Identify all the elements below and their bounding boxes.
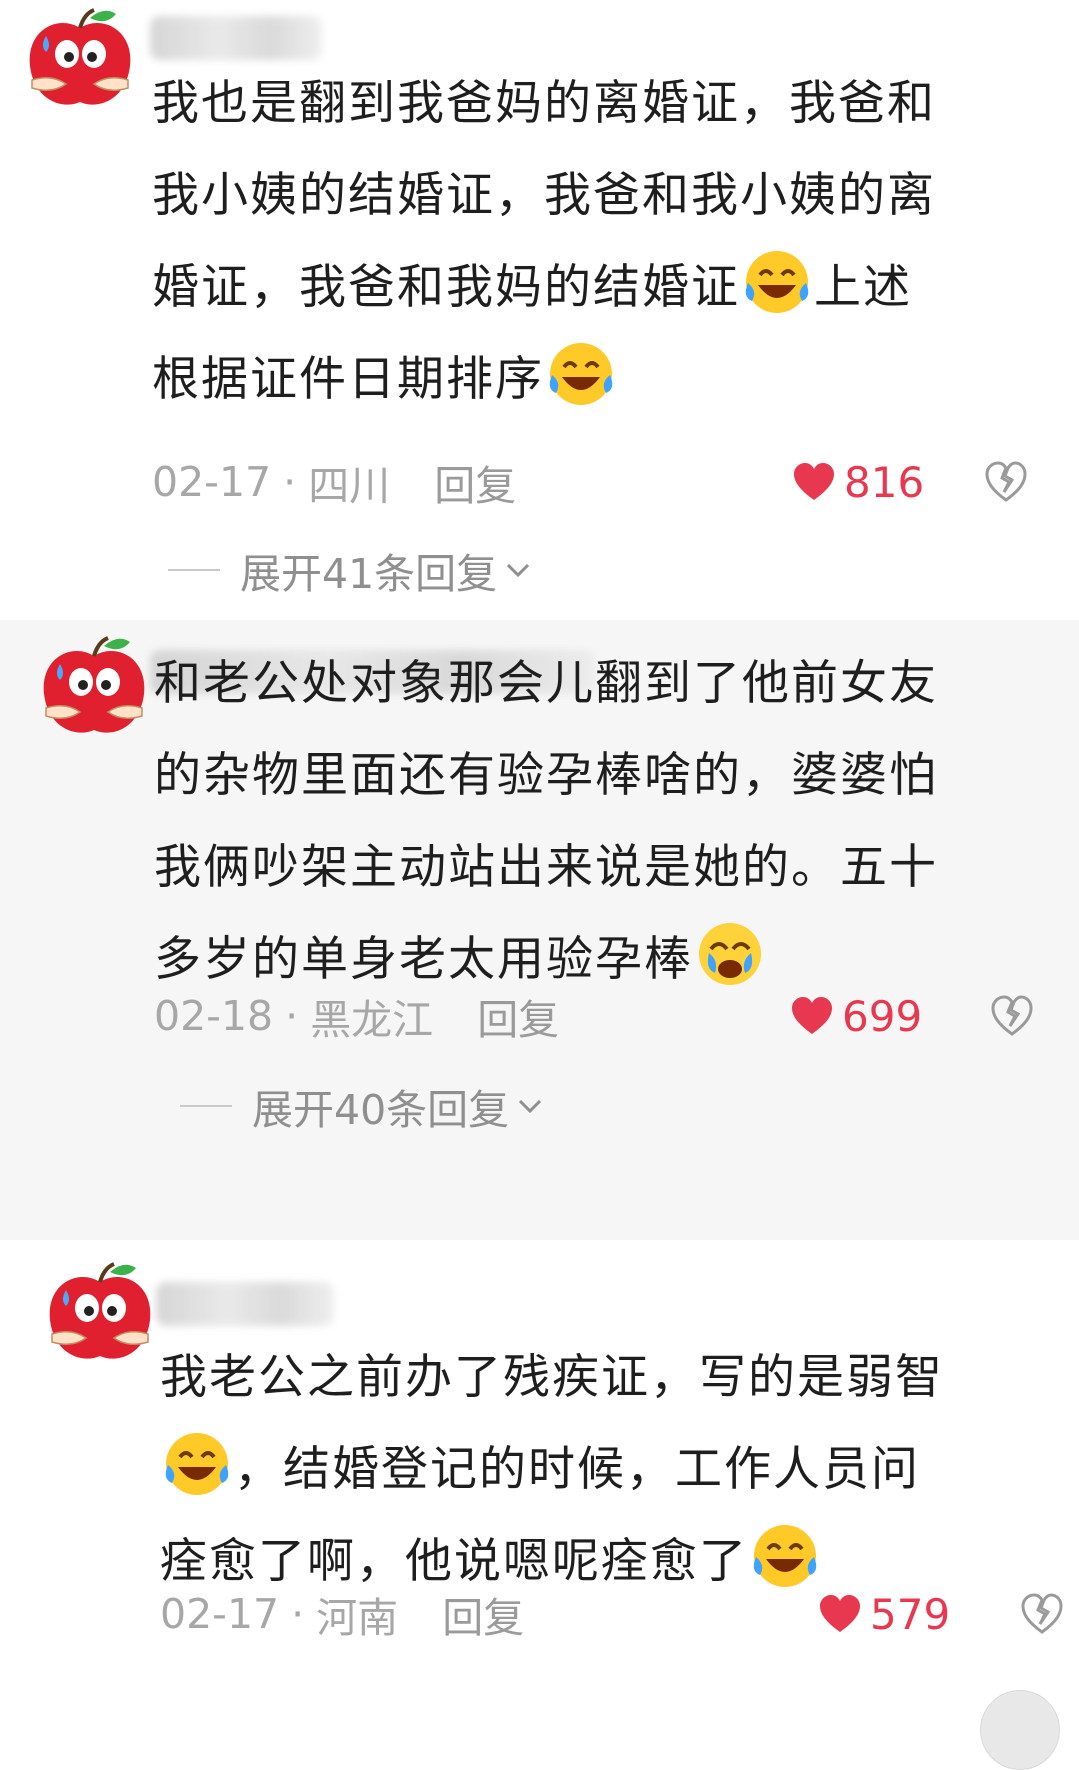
expand-divider (168, 569, 220, 571)
apple-sticker-icon (29, 8, 131, 105)
meta-separator: · (291, 1590, 305, 1638)
like-button[interactable]: 579 (818, 1584, 950, 1644)
floating-action-button[interactable] (980, 1690, 1060, 1770)
comment-line: 我老公之前办了残疾证，写的是弱智 (160, 1350, 944, 1405)
comment-list: 我也是翻到我爸妈的离婚证，我爸和 我小姨的结婚证，我爸和我小姨的离 婚证，我爸和… (0, 0, 1079, 1770)
comment-meta: 02-17 · 河南 回复 (160, 1584, 524, 1644)
comment-line: 我俩吵架主动站出来说是她的。五十 (154, 840, 938, 895)
comment-line-text: 多岁的单身老太用验孕棒 (154, 932, 693, 987)
expand-divider (180, 1105, 232, 1107)
comment-text: 和老公处对象那会儿翻到了他前女友 的杂物里面还有验孕棒啥的，婆婆怕 我俩吵架主动… (154, 638, 938, 1006)
expand-replies-label: 展开41条回复 (240, 550, 498, 598)
dislike-broken-heart-icon[interactable] (990, 994, 1034, 1038)
comment-line-text: 婚证，我爸和我妈的结婚证 (152, 260, 740, 315)
comment-line: 婚证，我爸和我妈的结婚证 上述 (152, 242, 936, 334)
dislike-broken-heart-icon[interactable] (1020, 1592, 1064, 1636)
comment-text: 我老公之前办了残疾证，写的是弱智 ，结婚登记的时候，工作人员问 痊愈了啊，他说嗯… (160, 1332, 944, 1608)
meta-separator: · (283, 458, 297, 506)
username-blurred[interactable] (150, 16, 322, 60)
comment-line-text: ，结婚登记的时候，工作人员问 (234, 1442, 920, 1497)
comment-date: 02-17 (160, 1590, 280, 1638)
comment-item: 我也是翻到我爸妈的离婚证，我爸和 我小姨的结婚证，我爸和我小姨的离 婚证，我爸和… (0, 0, 1079, 620)
expand-replies[interactable]: 展开41条回复 (168, 540, 531, 600)
comment-line-text: 上述 (814, 260, 912, 315)
meta-separator: · (285, 992, 299, 1040)
reply-button[interactable]: 回复 (442, 1584, 524, 1644)
like-count: 579 (870, 1589, 951, 1639)
like-count: 699 (842, 991, 923, 1041)
comment-item: 我老公之前办了残疾证，写的是弱智 ，结婚登记的时候，工作人员问 痊愈了啊，他说嗯… (0, 1240, 1079, 1727)
comment-location: 四川 (308, 462, 391, 510)
reply-button[interactable]: 回复 (477, 986, 559, 1046)
heart-icon (794, 463, 834, 500)
username-blurred[interactable] (156, 1282, 334, 1326)
comment-location: 河南 (316, 1594, 399, 1642)
comment-date: 02-18 (154, 992, 274, 1040)
expand-replies-label: 展开40条回复 (252, 1086, 510, 1134)
comment-text: 我也是翻到我爸妈的离婚证，我爸和 我小姨的结婚证，我爸和我小姨的离 婚证，我爸和… (152, 58, 936, 426)
comment-line-text: 痊愈了啊，他说嗯呢痊愈了 (160, 1534, 748, 1589)
like-count: 816 (844, 457, 925, 507)
crying-laughing-emoji-icon (695, 919, 765, 989)
heart-icon (820, 1595, 860, 1632)
heart-icon (792, 997, 832, 1034)
laughing-tears-emoji-icon (750, 1521, 820, 1591)
avatar[interactable] (42, 1260, 160, 1370)
laughing-tears-emoji-icon (742, 247, 812, 317)
dislike-broken-heart-icon[interactable] (984, 460, 1028, 504)
comment-line-text: 根据证件日期排序 (152, 352, 544, 407)
apple-sticker-icon (49, 1262, 151, 1359)
reply-button[interactable]: 回复 (434, 452, 516, 512)
chevron-down-icon (519, 1099, 542, 1114)
comment-meta: 02-18 · 黑龙江 回复 (154, 986, 559, 1046)
comment-line: 和老公处对象那会儿翻到了他前女友 (154, 656, 938, 711)
like-button[interactable]: 816 (792, 452, 924, 512)
comment-line: 我小姨的结婚证，我爸和我小姨的离 (152, 168, 936, 223)
comment-line: ，结婚登记的时候，工作人员问 (160, 1424, 944, 1516)
comment-line: 的杂物里面还有验孕棒啥的，婆婆怕 (154, 748, 938, 803)
avatar[interactable] (22, 6, 140, 116)
avatar[interactable] (36, 634, 154, 744)
comment-line: 根据证件日期排序 (152, 334, 936, 426)
comment-item: 和老公处对象那会儿翻到了他前女友 的杂物里面还有验孕棒啥的，婆婆怕 我俩吵架主动… (0, 620, 1079, 1240)
apple-sticker-icon (43, 636, 145, 733)
laughing-tears-emoji-icon (546, 339, 616, 409)
expand-replies[interactable]: 展开40条回复 (180, 1076, 543, 1136)
comment-date: 02-17 (152, 458, 272, 506)
comment-line: 我也是翻到我爸妈的离婚证，我爸和 (152, 76, 936, 131)
like-button[interactable]: 699 (790, 986, 922, 1046)
comment-meta: 02-17 · 四川 回复 (152, 452, 516, 512)
comment-location: 黑龙江 (310, 996, 434, 1044)
chevron-down-icon (507, 563, 530, 578)
laughing-tears-emoji-icon (162, 1429, 232, 1499)
